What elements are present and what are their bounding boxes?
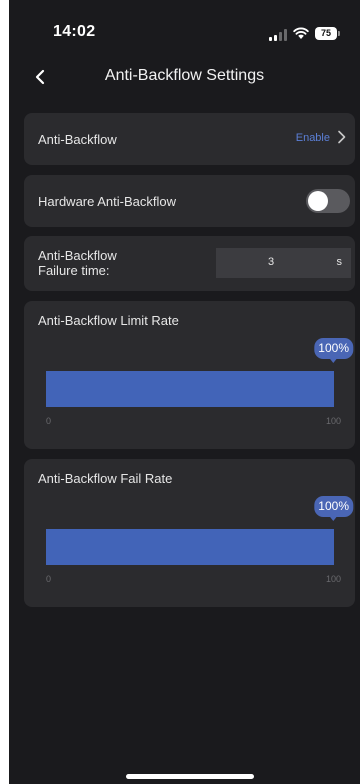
limit-rate-slider-fill xyxy=(46,371,334,407)
failure-time-row: Anti-Backflow Failure time: 3 s xyxy=(24,236,355,291)
failure-time-input[interactable]: 3 s xyxy=(216,248,351,278)
limit-rate-slider[interactable] xyxy=(46,371,334,407)
fail-rate-max-label: 100 xyxy=(325,574,341,584)
status-time: 14:02 xyxy=(53,23,96,40)
cellular-signal-icon xyxy=(269,29,287,41)
wifi-icon xyxy=(293,27,309,39)
limit-rate-title: Anti-Backflow Limit Rate xyxy=(38,313,179,328)
chevron-right-icon xyxy=(338,130,346,144)
fail-rate-slider-fill xyxy=(46,529,334,565)
status-bar: 14:02 75 xyxy=(9,0,360,60)
hardware-anti-backflow-label: Hardware Anti-Backflow xyxy=(38,194,176,209)
battery-icon: 75 xyxy=(315,27,337,40)
hardware-anti-backflow-row: Hardware Anti-Backflow xyxy=(24,175,355,227)
fail-rate-slider[interactable] xyxy=(46,529,334,565)
failure-time-unit: s xyxy=(336,256,343,268)
app-screen: 14:02 75 Anti-Backflow Settings Anti-Bac… xyxy=(9,0,360,784)
fail-rate-card: Anti-Backflow Fail Rate 100% 0 100 xyxy=(24,459,355,607)
limit-rate-card: Anti-Backflow Limit Rate 100% 0 100 xyxy=(24,301,355,449)
failure-time-value: 3 xyxy=(267,256,275,268)
failure-time-label-line1: Anti-Backflow xyxy=(38,248,117,263)
fail-rate-min-label: 0 xyxy=(46,574,52,584)
limit-rate-min-label: 0 xyxy=(46,416,52,426)
anti-backflow-label: Anti-Backflow xyxy=(38,132,117,147)
fail-rate-badge: 100% xyxy=(314,496,353,521)
failure-time-label: Anti-Backflow Failure time: xyxy=(38,248,117,278)
hardware-anti-backflow-toggle[interactable] xyxy=(306,189,350,213)
fail-rate-title: Anti-Backflow Fail Rate xyxy=(38,471,173,486)
toggle-knob xyxy=(308,191,328,211)
home-indicator xyxy=(126,774,254,779)
anti-backflow-value: Enable xyxy=(295,132,330,144)
anti-backflow-row[interactable]: Anti-Backflow Enable xyxy=(24,113,355,165)
battery-cap xyxy=(338,31,340,36)
limit-rate-badge: 100% xyxy=(314,338,353,363)
page-title: Anti-Backflow Settings xyxy=(104,67,265,84)
failure-time-label-line2: Failure time: xyxy=(38,263,110,278)
limit-rate-max-label: 100 xyxy=(325,416,341,426)
